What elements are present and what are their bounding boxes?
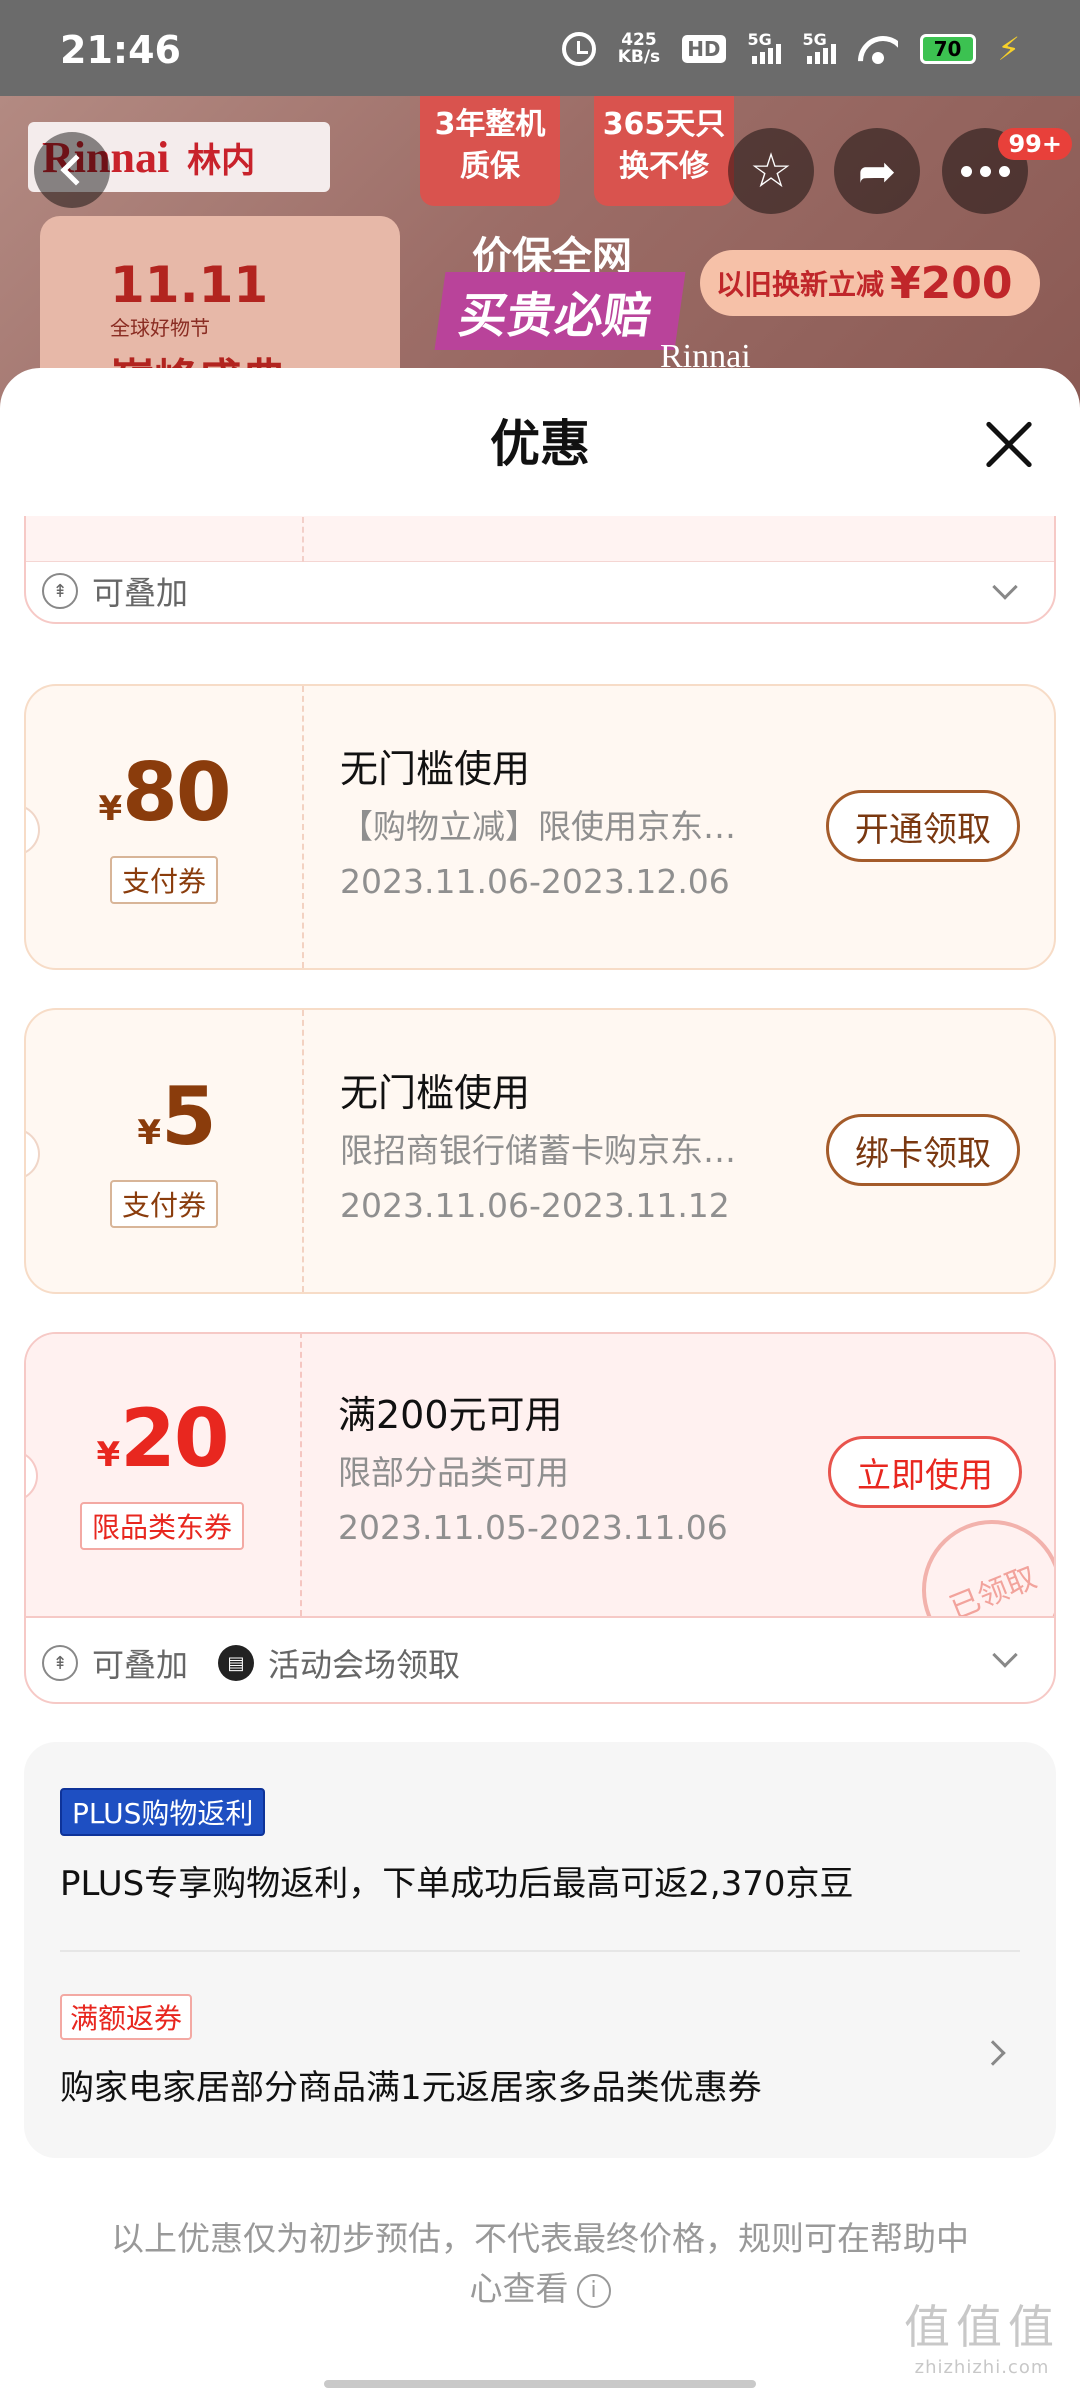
star-icon: ☆ bbox=[749, 143, 793, 199]
coupon-rebate-tag: 满额返券 bbox=[60, 1994, 193, 2040]
coupon-rebate-text: 购家电家居部分商品满1元返居家多品类优惠券 bbox=[60, 2068, 762, 2108]
rebate-section: PLUS购物返利 PLUS专享购物返利，下单成功后最高可返2,370京豆 满额返… bbox=[24, 1742, 1056, 2158]
chevron-down-icon[interactable] bbox=[992, 1642, 1018, 1668]
coupon-description: 【购物立减】限使用京东… bbox=[340, 807, 736, 846]
discount-sheet: 优惠 ⇞ 可叠加 ¥80 支付券 无门槛使用 【购物立减】限使用京东… 2023… bbox=[0, 368, 1080, 2400]
coupon-amount: ¥20 限品类东券 bbox=[26, 1334, 300, 1616]
stackable-row: ⇞ 可叠加 bbox=[42, 568, 188, 614]
coupon-amount: ¥80 支付券 bbox=[26, 686, 302, 968]
chevron-right-icon[interactable] bbox=[980, 2040, 1006, 2066]
coupon-amount: ¥5 支付券 bbox=[26, 1010, 302, 1292]
coupon-condition: 无门槛使用 bbox=[340, 1071, 531, 1115]
bind-card-claim-button[interactable]: 绑卡领取 bbox=[826, 1114, 1020, 1186]
replace-tag: 365天只换不修 bbox=[594, 96, 734, 206]
coupon-type-badge: 限品类东券 bbox=[79, 1502, 245, 1550]
network-speed: 425 KB/s bbox=[617, 30, 661, 67]
favorite-button[interactable]: ☆ bbox=[728, 128, 814, 214]
coupon-validity: 2023.11.06-2023.11.12 bbox=[340, 1186, 730, 1225]
status-icons: 425 KB/s HD 5G 5G 70 ⚡ bbox=[561, 30, 1020, 68]
wifi-icon bbox=[858, 34, 898, 64]
stack-icon: ⇞ bbox=[42, 1645, 78, 1681]
share-button[interactable]: ➦ bbox=[834, 128, 920, 214]
coupon-card: ¥80 支付券 无门槛使用 【购物立减】限使用京东… 2023.11.06-20… bbox=[24, 684, 1056, 970]
activate-claim-button[interactable]: 开通领取 bbox=[826, 790, 1020, 862]
coupon-card-partial: ⇞ 可叠加 bbox=[24, 516, 1056, 624]
coupon-description: 限招商银行储蓄卡购京东… bbox=[340, 1131, 736, 1170]
back-button[interactable] bbox=[34, 132, 110, 208]
charging-icon: ⚡ bbox=[997, 30, 1020, 68]
status-bar: 21:46 425 KB/s HD 5G 5G 70 ⚡ bbox=[0, 0, 1080, 96]
more-icon bbox=[960, 165, 1010, 177]
plus-rebate: PLUS购物返利 PLUS专享购物返利，下单成功后最高可返2,370京豆 bbox=[60, 1788, 854, 1905]
coupon-condition: 满200元可用 bbox=[338, 1393, 563, 1437]
watermark: 值值值 zhizhizhi.com bbox=[904, 2300, 1060, 2378]
warranty-tag: 3年整机质保 bbox=[420, 96, 560, 206]
coupon-type-badge: 支付券 bbox=[109, 856, 219, 904]
stack-icon: ⇞ bbox=[42, 573, 78, 609]
coupon-tags-row: ⇞ 可叠加 ▤ 活动会场领取 bbox=[42, 1640, 460, 1686]
clock: 21:46 bbox=[60, 28, 181, 72]
claimed-stamp: 已领取 bbox=[900, 1498, 1054, 1616]
use-now-button[interactable]: 立即使用 bbox=[828, 1436, 1022, 1508]
signal-icon: 5G bbox=[748, 30, 781, 64]
coupon-validity: 2023.11.05-2023.11.06 bbox=[338, 1508, 728, 1547]
info-icon[interactable]: i bbox=[576, 2273, 611, 2308]
coupon-card: ¥20 限品类东券 满200元可用 限部分品类可用 2023.11.05-202… bbox=[26, 1334, 1054, 1618]
coupon-list[interactable]: ⇞ 可叠加 ¥80 支付券 无门槛使用 【购物立减】限使用京东… 2023.11… bbox=[0, 516, 1080, 2400]
share-icon: ➦ bbox=[857, 144, 897, 198]
coupon-card: ¥5 支付券 无门槛使用 限招商银行储蓄卡购京东… 2023.11.06-202… bbox=[24, 1008, 1056, 1294]
coupon-condition: 无门槛使用 bbox=[340, 747, 531, 791]
plus-rebate-tag: PLUS购物返利 bbox=[60, 1788, 266, 1836]
coupon-validity: 2023.11.06-2023.12.06 bbox=[340, 862, 730, 901]
disclaimer: 以上优惠仅为初步预估，不代表最终价格，规则可在帮助中心查看 i bbox=[111, 2219, 969, 2308]
divider bbox=[60, 1950, 1020, 1952]
message-count-badge: 99+ bbox=[998, 128, 1072, 160]
sheet-title: 优惠 bbox=[490, 415, 590, 473]
coupon-type-badge: 支付券 bbox=[109, 1180, 219, 1228]
chevron-left-icon bbox=[60, 154, 92, 186]
home-indicator[interactable] bbox=[324, 2380, 756, 2388]
coupon-description: 限部分品类可用 bbox=[338, 1453, 569, 1492]
alarm-icon bbox=[561, 32, 596, 66]
coupon-rebate[interactable]: 满额返券 购家电家居部分商品满1元返居家多品类优惠券 bbox=[60, 1994, 762, 2109]
ticket-icon: ▤ bbox=[218, 1645, 255, 1681]
chevron-down-icon[interactable] bbox=[992, 574, 1018, 600]
trade-in-badge: 以旧换新立减 ¥200 bbox=[700, 250, 1040, 316]
close-button[interactable] bbox=[982, 420, 1032, 470]
battery-icon: 70 bbox=[919, 34, 976, 64]
plus-rebate-text: PLUS专享购物返利，下单成功后最高可返2,370京豆 bbox=[60, 1864, 854, 1904]
coupon-card-group: ¥20 限品类东券 满200元可用 限部分品类可用 2023.11.05-202… bbox=[24, 1332, 1056, 1704]
signal-icon-2: 5G bbox=[803, 30, 836, 64]
hd-icon: HD bbox=[682, 35, 726, 63]
